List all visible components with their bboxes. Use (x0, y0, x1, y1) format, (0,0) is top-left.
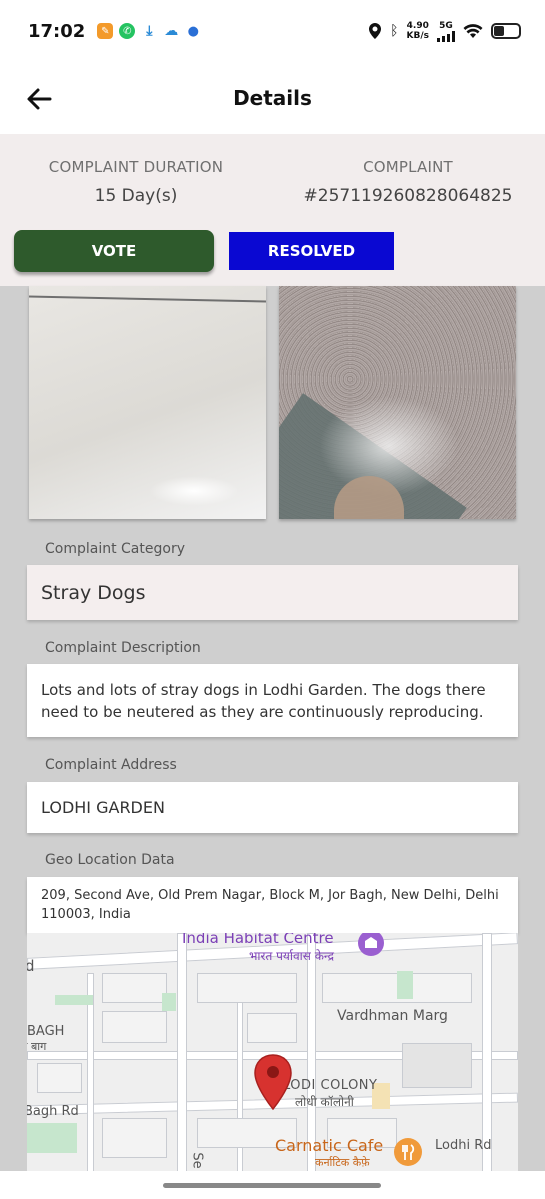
bluetooth-icon: ᛒ (390, 23, 399, 39)
message-icon: ● (187, 23, 199, 39)
map-label-d: d (27, 957, 35, 975)
map-park (397, 971, 413, 999)
signal-icon (437, 30, 455, 42)
speed-value: 4.90 (406, 21, 429, 31)
complaint-id-block: COMPLAINT #257119260828064825 (290, 158, 526, 206)
network-speed: 4.90 KB/s (407, 21, 429, 41)
battery-icon (491, 23, 521, 39)
landmark-icon (358, 933, 384, 956)
map-block (102, 1118, 167, 1158)
category-value: Stray Dogs (41, 581, 146, 604)
map-label-bagh-rd: Bagh Rd (27, 1104, 79, 1119)
map-park (55, 995, 93, 1005)
duration-label: COMPLAINT DURATION (48, 158, 224, 176)
description-field: Lots and lots of stray dogs in Lodhi Gar… (27, 664, 518, 737)
resolved-button[interactable]: RESOLVED (229, 232, 394, 270)
map-road (482, 933, 492, 1173)
photo-detail (149, 476, 239, 506)
map-block (247, 1013, 297, 1043)
home-handle[interactable] (163, 1183, 381, 1188)
restaurant-icon (394, 1138, 422, 1166)
photo-detail (319, 396, 459, 496)
page-title: Details (233, 86, 312, 110)
speed-unit: KB/s (406, 31, 429, 41)
download-icon: ⤓ (146, 23, 153, 39)
location-pin-icon (254, 1054, 292, 1111)
complaint-id-value: #257119260828064825 (303, 186, 513, 206)
map-label-lodhi-rd: Lodhi Rd (435, 1138, 492, 1153)
map-label-se: Se (189, 1152, 205, 1169)
category-label: Complaint Category (45, 541, 185, 557)
whatsapp-icon: ✆ (119, 23, 136, 39)
complaint-id-label: COMPLAINT (363, 158, 453, 176)
map-park (162, 993, 176, 1011)
map-label-lodi-colony: LODI COLONY (283, 1078, 378, 1093)
location-icon (369, 23, 382, 39)
back-arrow-icon[interactable] (24, 84, 54, 114)
map-label-india-habitat: India Habitat Centre (182, 933, 334, 947)
gesture-nav-bar (0, 1171, 545, 1199)
network-type: 5G (439, 20, 453, 31)
complaint-photo-1[interactable] (29, 286, 266, 519)
map-label-carnatic: Carnatic Cafe (275, 1136, 384, 1155)
geo-field: 209, Second Ave, Old Prem Nagar, Block M… (27, 877, 518, 933)
geo-label: Geo Location Data (45, 852, 175, 868)
category-field: Stray Dogs (27, 565, 518, 620)
map-block (197, 973, 297, 1003)
map-label-bagh: BAGH (27, 1024, 65, 1039)
map-block (102, 1011, 167, 1043)
duration-value: 15 Day(s) (94, 186, 178, 206)
description-label: Complaint Description (45, 640, 201, 656)
cloud-icon: ☁ (164, 23, 179, 39)
map-block (402, 1043, 472, 1088)
address-value: LODHI GARDEN (41, 798, 165, 817)
duration-block: COMPLAINT DURATION 15 Day(s) (36, 158, 236, 206)
geo-value: 209, Second Ave, Old Prem Nagar, Block M… (41, 888, 499, 922)
map-label-bagh-hi: र बाग (27, 1040, 47, 1053)
wifi-icon (463, 24, 483, 38)
status-time: 17:02 (28, 20, 86, 42)
signal-indicator: 5G (437, 21, 455, 42)
map-road (177, 933, 187, 1173)
location-map[interactable]: India Habitat Centre भारत पर्यावास केन्द… (27, 933, 518, 1173)
status-bar: 17:02 ✎ ✆ ⤓ ☁ ● ᛒ 4.90 KB/s 5G (0, 0, 545, 62)
complaint-photo-2[interactable] (279, 286, 516, 519)
address-label: Complaint Address (45, 757, 177, 773)
map-label-vardhman: Vardhman Marg (337, 1008, 448, 1024)
map-label-carnatic-hi: कर्नाटिक कैफ़े (315, 1156, 370, 1169)
vote-button[interactable]: VOTE (14, 230, 214, 272)
app-notification-icon: ✎ (97, 23, 114, 39)
system-icons: ᛒ 4.90 KB/s 5G (368, 21, 521, 42)
description-value: Lots and lots of stray dogs in Lodhi Gar… (41, 680, 486, 721)
map-label-lodi-colony-hi: लोधी कॉलोनी (295, 1095, 354, 1109)
address-field: LODHI GARDEN (27, 782, 518, 833)
map-block (102, 973, 167, 1003)
map-block (37, 1063, 82, 1093)
photo-detail (29, 295, 266, 303)
map-park (27, 1123, 77, 1153)
app-header: Details (0, 62, 545, 134)
notification-icons: ✎ ✆ ⤓ ☁ ● (97, 23, 201, 39)
map-label-india-habitat-hi: भारत पर्यावास केन्द्र (249, 949, 334, 963)
